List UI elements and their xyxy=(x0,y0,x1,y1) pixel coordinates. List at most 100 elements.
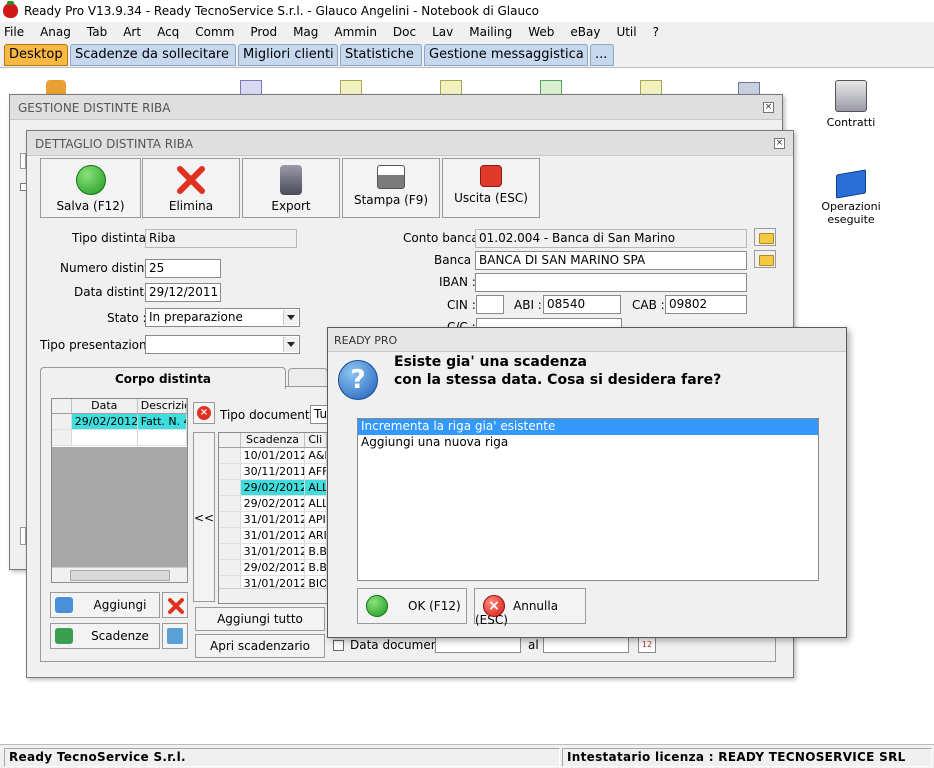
table-cell: ARI xyxy=(305,528,327,543)
horizontal-scrollbar[interactable] xyxy=(52,567,187,582)
al-label: al xyxy=(528,638,539,652)
menu-tab[interactable]: Tab xyxy=(87,25,107,39)
row-selector xyxy=(219,528,241,543)
tab-secondary[interactable] xyxy=(288,368,328,387)
row-selector xyxy=(52,430,72,445)
desktop-icon-operazioni[interactable]: Operazioni eseguite xyxy=(806,169,896,226)
scadenze-button[interactable]: Scadenze xyxy=(50,623,160,649)
menu-file[interactable]: File xyxy=(4,25,24,39)
tab-corpo-distinta[interactable]: Corpo distinta xyxy=(40,367,286,389)
menu-web[interactable]: Web xyxy=(528,25,554,39)
remove-button[interactable] xyxy=(162,592,188,618)
table-cell: 10/01/2012 xyxy=(241,448,306,463)
tipo-presentazione-select[interactable] xyxy=(145,335,300,354)
stato-select[interactable]: In preparazione xyxy=(145,308,300,327)
menu-util[interactable]: Util xyxy=(616,25,636,39)
menu-help[interactable]: ? xyxy=(653,25,659,39)
table-row[interactable]: 10/01/2012A&D xyxy=(219,448,327,464)
table-row[interactable]: 29/02/2012 ALL xyxy=(219,480,327,496)
message-line: con la stessa data. Cosa si desidera far… xyxy=(394,372,722,388)
scrollbar-thumb[interactable] xyxy=(70,570,170,581)
table-cell: A&D xyxy=(305,448,327,463)
data-documento-checkbox[interactable] xyxy=(333,640,344,651)
abi-field[interactable]: 08540 xyxy=(543,295,621,314)
table-cell: AFF xyxy=(305,464,327,479)
banca-field[interactable]: BANCA DI SAN MARINO SPA xyxy=(475,251,747,270)
tab-desktop[interactable]: Desktop xyxy=(4,44,68,66)
data-documento-to[interactable] xyxy=(543,636,629,653)
table-row[interactable]: 31/01/2012 ARI xyxy=(219,528,327,544)
table-row[interactable]: 31/01/2012 API xyxy=(219,512,327,528)
clear-filter-button[interactable]: × xyxy=(193,402,215,424)
folder-icon[interactable] xyxy=(754,250,776,268)
cancel-button[interactable]: × Annulla (ESC) xyxy=(474,588,586,627)
stato-label: Stato : xyxy=(107,311,147,325)
corpo-grid[interactable]: Data Descrizio 29/02/2012 Fatt. N. 4 xyxy=(51,398,188,583)
tab-statistiche[interactable]: Statistiche xyxy=(340,44,422,66)
delete-button[interactable]: Elimina xyxy=(142,158,240,218)
ok-button[interactable]: OK (F12) xyxy=(357,588,467,624)
menu-lav[interactable]: Lav xyxy=(432,25,453,39)
table-row[interactable]: 29/02/2012 B.B xyxy=(219,560,327,576)
stato-value: In preparazione xyxy=(149,310,243,324)
checkmark-icon xyxy=(75,165,106,195)
print-button[interactable]: Stampa (F9) xyxy=(342,158,440,218)
table-row[interactable]: 29/02/2012 Fatt. N. 4 xyxy=(52,414,187,430)
table-cell: 31/01/2012 xyxy=(241,512,306,527)
tab-scadenze[interactable]: Scadenze da sollecitare xyxy=(70,44,236,66)
menu-art[interactable]: Art xyxy=(123,25,141,39)
menu-mag[interactable]: Mag xyxy=(293,25,318,39)
option-add-new[interactable]: Aggiungi una nuova riga xyxy=(358,435,818,451)
iban-field[interactable] xyxy=(475,273,747,292)
desktop-icon-contratti[interactable]: Contratti xyxy=(806,80,896,129)
options-list[interactable]: Incrementa la riga gia' esistente Aggiun… xyxy=(357,418,819,581)
save-button[interactable]: Salva (F12) xyxy=(40,158,141,218)
table-row[interactable]: 31/01/2012 B.B xyxy=(219,544,327,560)
menu-acq[interactable]: Acq xyxy=(157,25,179,39)
menu-anag[interactable]: Anag xyxy=(40,25,71,39)
title-bar: Ready Pro V13.9.34 - Ready TecnoService … xyxy=(0,0,934,22)
cin-field[interactable] xyxy=(476,295,504,314)
table-row[interactable]: 29/02/2012 ALL xyxy=(219,496,327,512)
data-distinta-field[interactable]: 29/12/2011 xyxy=(145,283,221,302)
print-button-label: Stampa (F9) xyxy=(353,193,429,207)
table-row[interactable]: 30/11/2011 AFF xyxy=(219,464,327,480)
horizontal-scrollbar[interactable] xyxy=(219,588,327,603)
menu-comm[interactable]: Comm xyxy=(195,25,234,39)
scadenze-grid[interactable]: Scadenza Cli 10/01/2012A&D30/11/2011AFF2… xyxy=(218,432,328,604)
close-icon[interactable]: × xyxy=(763,102,774,113)
tab-gestione-messaggistica[interactable]: Gestione messaggistica xyxy=(424,44,588,66)
tab-more[interactable]: ... xyxy=(590,44,614,66)
tab-migliori-clienti[interactable]: Migliori clienti xyxy=(238,44,338,66)
desktop-icon-label: Contratti xyxy=(826,116,876,129)
table-row[interactable] xyxy=(52,430,187,446)
menu-doc[interactable]: Doc xyxy=(393,25,416,39)
cancel-x-icon: × xyxy=(483,595,505,617)
add-button[interactable]: Aggiungi xyxy=(50,592,160,618)
open-scadenzario-button[interactable]: Apri scadenzario xyxy=(195,634,325,658)
export-button[interactable]: Export xyxy=(242,158,340,218)
cab-field[interactable]: 09802 xyxy=(665,295,747,314)
exit-button-label: Uscita (ESC) xyxy=(454,191,528,205)
window-title: DETTAGLIO DISTINTA RIBA xyxy=(27,131,793,156)
table-cell: 31/01/2012 xyxy=(241,528,306,543)
add-all-button[interactable]: Aggiungi tutto xyxy=(195,607,325,631)
exit-button[interactable]: Uscita (ESC) xyxy=(442,158,540,218)
chevron-down-icon[interactable] xyxy=(283,310,298,325)
folder-icon[interactable] xyxy=(754,228,776,246)
message-line: Esiste gia' una scadenza xyxy=(394,354,587,370)
table-cell: ALL xyxy=(305,480,327,495)
option-increment[interactable]: Incrementa la riga gia' esistente xyxy=(358,419,818,435)
menu-mailing[interactable]: Mailing xyxy=(469,25,512,39)
recycle-button[interactable] xyxy=(162,623,188,649)
menu-ammin[interactable]: Ammin xyxy=(334,25,377,39)
menu-ebay[interactable]: eBay xyxy=(570,25,600,39)
app-strawberry-icon[interactable] xyxy=(3,1,18,18)
chevron-down-icon[interactable] xyxy=(283,337,298,352)
delete-button-label: Elimina xyxy=(168,199,214,213)
data-documento-from[interactable] xyxy=(435,636,521,653)
move-left-button[interactable]: << xyxy=(193,432,215,602)
numero-distinta-field[interactable]: 25 xyxy=(145,259,221,278)
close-icon[interactable]: × xyxy=(774,138,785,149)
menu-prod[interactable]: Prod xyxy=(250,25,277,39)
